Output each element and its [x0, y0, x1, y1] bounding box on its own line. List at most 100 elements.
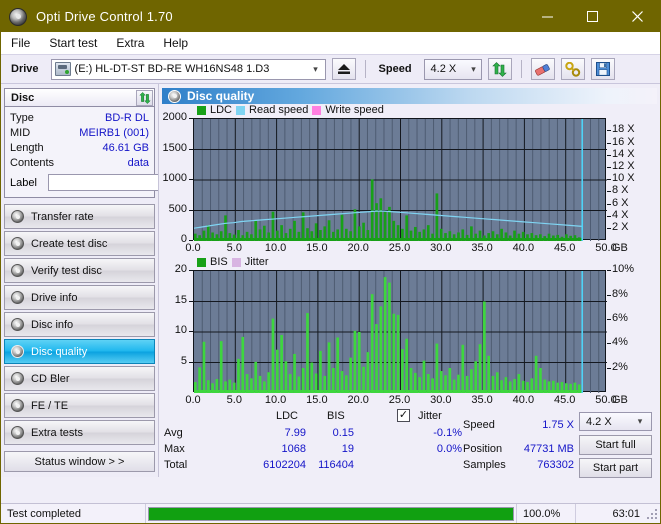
sidebar-item-extra-tests[interactable]: Extra tests: [4, 420, 155, 445]
stats-panel: LDC BIS ✓ Jitter Avg 7.99 0.15 -0.1% Max…: [162, 409, 657, 479]
refresh-button[interactable]: [487, 58, 512, 80]
drive-select[interactable]: (E:) HL-DT-ST BD-RE WH16NS48 1.D3 ▾: [50, 58, 326, 80]
samples-stat-label: Samples: [463, 459, 506, 472]
stats-row-label-max: Max: [164, 443, 185, 456]
drive-label: Drive: [11, 63, 39, 75]
progress-bar: [148, 506, 514, 521]
stats-jitter-avg: -0.1%: [433, 427, 462, 440]
sidebar-item-create-test-disc[interactable]: Create test disc: [4, 231, 155, 256]
chevron-down-icon: ▾: [313, 63, 318, 74]
jitter-checkbox[interactable]: ✓: [397, 409, 410, 423]
content-area: Disc Type BD-R DL MID MEIRB1 (001) Lengt…: [1, 84, 660, 479]
stats-bis-max: 19: [341, 443, 354, 456]
chart-legend: LDC Read speed Write speed: [197, 104, 384, 116]
y-axis-tick-right: 2%: [612, 360, 628, 373]
disc-icon: [168, 89, 181, 103]
y-axis-tick-mark: [607, 142, 611, 144]
sidebar-item-disc-quality[interactable]: Disc quality: [4, 339, 155, 364]
y-axis-tick-right: 2 X: [612, 221, 629, 234]
y-axis-tick-mark: [189, 209, 193, 211]
menu-item-help[interactable]: Help: [163, 34, 199, 52]
y-axis-tick-right: 10 X: [612, 172, 635, 185]
stats-bis-total: 116404: [318, 459, 354, 472]
window-title: Opti Drive Control 1.70: [36, 9, 173, 24]
disc-row-value: 46.61 GB: [102, 141, 149, 154]
start-part-button[interactable]: Start part: [579, 458, 652, 479]
disc-icon: [11, 426, 24, 439]
y-axis-tick-mark: [189, 118, 193, 120]
y-axis-tick-mark: [607, 203, 611, 205]
y-axis-tick-mark: [607, 319, 611, 321]
legend-swatch: [231, 257, 241, 267]
y-axis-tick-mark: [189, 270, 193, 272]
main-panel: Disc quality LDC Read speed Write speed 0 50…: [158, 84, 660, 479]
sidebar-item-verify-test-disc[interactable]: Verify test disc: [4, 258, 155, 283]
speed-stat-label: Speed: [463, 419, 495, 432]
legend-label: Read speed: [249, 104, 309, 117]
x-axis-tick: 0.0: [185, 394, 201, 407]
erase-button[interactable]: [530, 58, 555, 80]
sidebar-item-fe-te[interactable]: FE / TE: [4, 393, 155, 418]
jitter-label: Jitter: [418, 410, 442, 423]
disc-icon: [11, 264, 24, 277]
progress-bar-fill: [149, 507, 513, 520]
disc-icon: [11, 399, 24, 412]
resize-grip-icon[interactable]: [646, 507, 658, 520]
disc-icon: [11, 291, 24, 304]
legend-swatch: [197, 105, 206, 115]
disc-icon: [11, 318, 24, 331]
page-title: Disc quality: [187, 89, 255, 104]
minimize-icon[interactable]: [525, 1, 570, 32]
disc-info-panel: Type BD-R DL MID MEIRB1 (001) Length 46.…: [4, 107, 251, 198]
sidebar-item-cd-bler[interactable]: CD Bler: [4, 366, 155, 391]
y-axis-tick-left: 2000: [162, 111, 187, 124]
x-axis-tick: 30.0: [430, 242, 452, 255]
x-axis-tick: 45.0: [553, 394, 576, 407]
sidebar-item-drive-info[interactable]: Drive info: [4, 285, 155, 310]
x-axis-tick: 5.0: [226, 242, 242, 255]
disc-row-key: MID: [10, 126, 31, 139]
tools-button[interactable]: [560, 58, 585, 80]
x-axis-tick: 15.0: [306, 242, 328, 255]
status-window-button[interactable]: Status window > >: [4, 451, 155, 472]
speed-select[interactable]: 4.2 X ▾: [423, 58, 482, 80]
status-bar: Test completed 100.0% 63:01: [1, 503, 660, 523]
eject-button[interactable]: [331, 58, 356, 80]
menu-item-extra[interactable]: Extra: [116, 34, 155, 52]
disc-row-length: Length 46.61 GB: [10, 140, 149, 155]
x-axis-tick: 0.0: [185, 242, 201, 255]
speed-select-value: 4.2 X: [430, 63, 457, 75]
x-axis-tick: 10.0: [264, 242, 287, 255]
y-axis-tick-left: 15: [174, 293, 187, 306]
disc-refresh-button[interactable]: [136, 89, 153, 106]
sidebar-item-label: Extra tests: [31, 426, 83, 439]
sidebar-item-transfer-rate[interactable]: Transfer rate: [4, 204, 155, 229]
plot-area: [193, 118, 607, 242]
sidebar-item-label: FE / TE: [31, 399, 69, 412]
sidebar-item-label: Create test disc: [31, 237, 108, 250]
maximize-icon[interactable]: [570, 1, 615, 32]
plot-area: [193, 270, 607, 394]
sidebar-item-disc-info[interactable]: Disc info: [4, 312, 155, 337]
sidebar: Disc Type BD-R DL MID MEIRB1 (001) Lengt…: [1, 84, 251, 477]
position-stat-value: 47731 MB: [523, 443, 574, 456]
save-button[interactable]: [590, 58, 615, 80]
y-axis-tick-mark: [607, 228, 611, 230]
x-axis-tick: 10.0: [264, 394, 287, 407]
x-axis-tick: 5.0: [226, 394, 242, 407]
menu-item-file[interactable]: File: [11, 34, 41, 52]
chevron-down-icon: ▾: [637, 416, 643, 427]
y-axis-tick-mark: [189, 240, 193, 242]
legend-label: LDC: [210, 104, 233, 117]
start-full-button[interactable]: Start full: [579, 435, 652, 456]
y-axis-tick-right: 10%: [612, 263, 635, 276]
y-axis-tick-left: 5: [180, 354, 187, 367]
y-axis-tick-left: 10: [174, 324, 187, 337]
y-axis-tick-right: 14 X: [612, 147, 635, 160]
y-axis-tick-left: 1500: [162, 141, 187, 154]
disc-row-key: Type: [10, 111, 34, 124]
close-icon[interactable]: [615, 1, 660, 32]
test-speed-select[interactable]: 4.2 X ▾: [579, 412, 652, 432]
menu-item-start-test[interactable]: Start test: [49, 34, 108, 52]
y-axis-tick-mark: [607, 154, 611, 156]
